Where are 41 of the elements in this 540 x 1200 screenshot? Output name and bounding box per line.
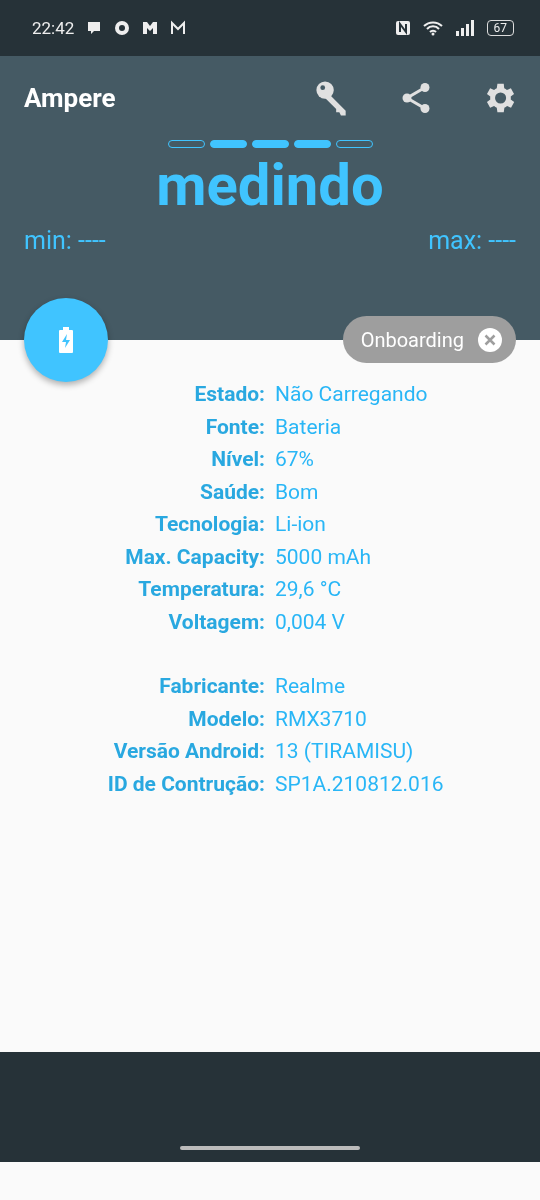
info-label: Tecnologia: xyxy=(153,511,265,538)
m-app-icon xyxy=(142,20,159,36)
info-label: Versão Android: xyxy=(112,738,265,765)
nfc-icon xyxy=(394,20,411,36)
signal-icon xyxy=(454,20,475,36)
info-value: 67% xyxy=(275,446,315,473)
battery-charging-icon xyxy=(58,327,74,353)
app-title: Ampere xyxy=(24,83,117,113)
info-label: Fonte: xyxy=(204,413,265,441)
info-label: Saúde: xyxy=(199,478,265,506)
measurement-reading: medindo xyxy=(155,150,385,220)
info-label: ID de Contrução: xyxy=(106,770,265,798)
info-value: Bom xyxy=(275,478,320,506)
battery-fab[interactable] xyxy=(24,298,108,382)
close-icon[interactable] xyxy=(478,327,502,352)
info-value: 29,6 °C xyxy=(275,576,343,603)
browser-icon xyxy=(114,20,131,36)
info-value: RMX3710 xyxy=(275,705,368,733)
battery-level: 67 xyxy=(486,20,514,36)
info-label: Fabricante: xyxy=(158,673,265,700)
info-label: Voltagem: xyxy=(167,608,265,636)
min-reading: min: ---- xyxy=(24,226,106,255)
info-value: 13 (TIRAMISU) xyxy=(275,738,415,765)
info-value: SP1A.210812.016 xyxy=(275,770,445,798)
info-value: Realme xyxy=(275,673,347,700)
status-time: 22:42 xyxy=(32,18,75,38)
mail-icon xyxy=(170,20,187,36)
info-label: Estado: xyxy=(193,381,265,408)
info-value: 0,004 V xyxy=(275,608,346,636)
chat-icon xyxy=(86,20,103,36)
info-label: Temperatura: xyxy=(137,576,265,603)
info-value: Não Carregando xyxy=(275,381,429,408)
info-value: Bateria xyxy=(275,413,343,441)
onboarding-chip[interactable]: Onboarding xyxy=(342,316,516,363)
wifi-icon xyxy=(422,20,443,36)
max-reading: max: ---- xyxy=(428,226,516,255)
info-label: Nível: xyxy=(210,446,265,473)
info-label: Max. Capacity: xyxy=(124,543,265,571)
info-value: Li-ion xyxy=(275,511,327,538)
info-value: 5000 mAh xyxy=(275,543,373,571)
info-label: Modelo: xyxy=(187,705,265,733)
